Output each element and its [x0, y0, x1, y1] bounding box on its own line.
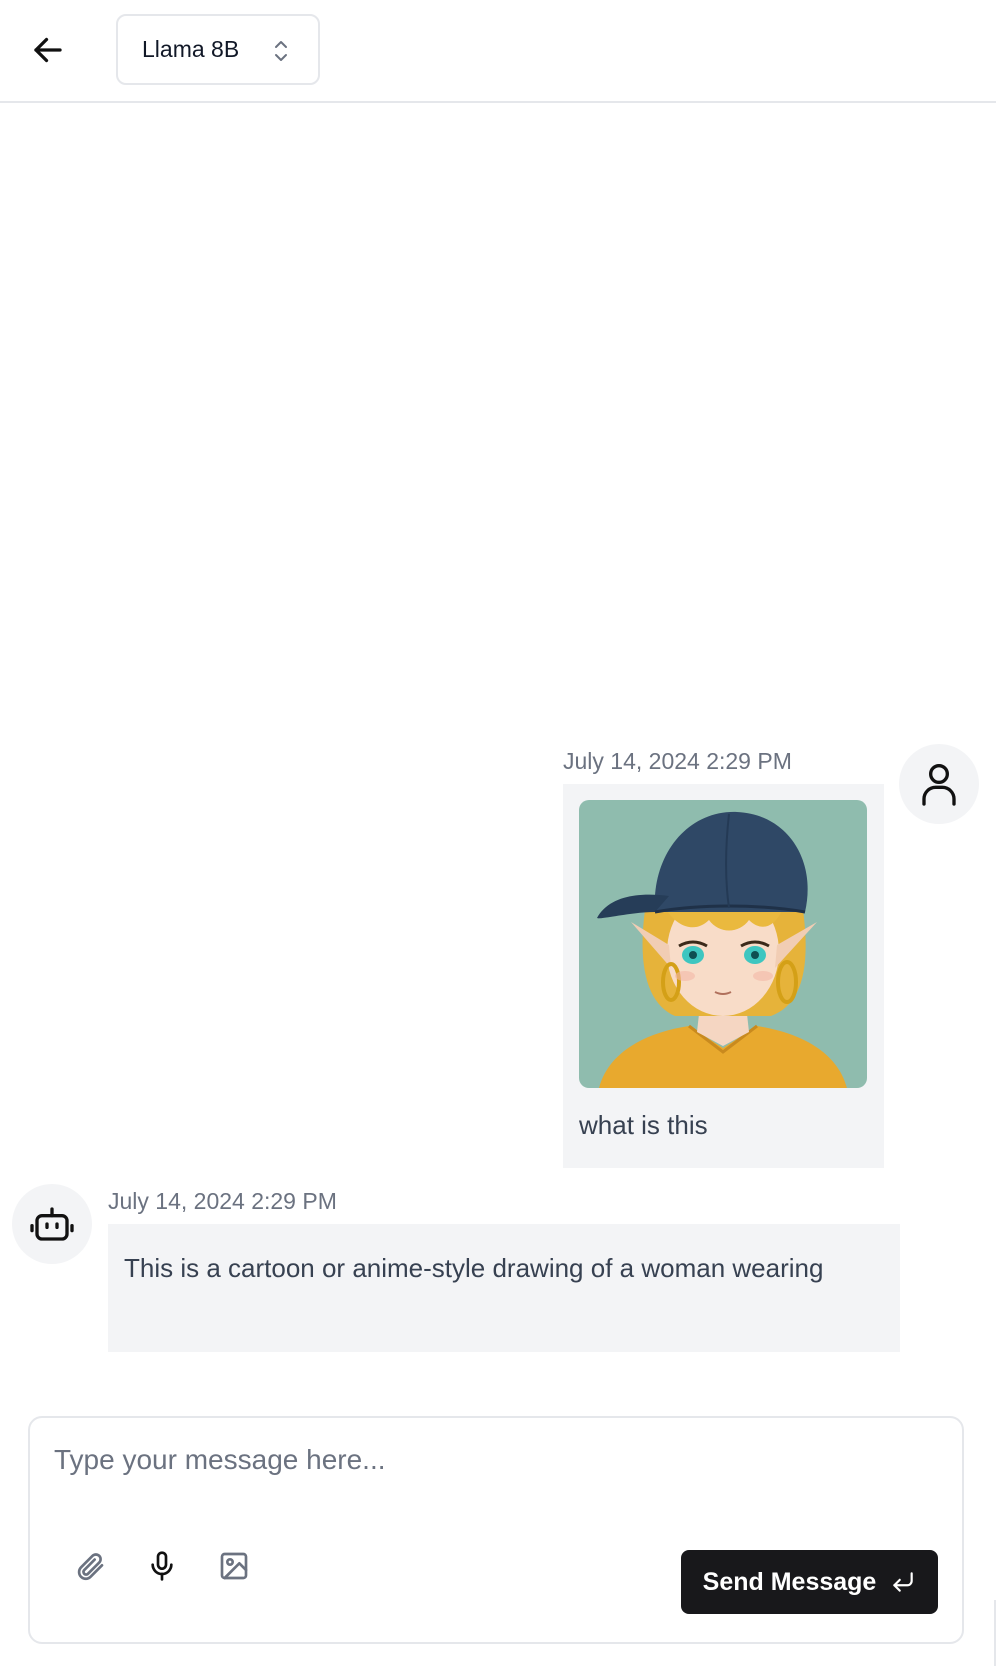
model-select-label: Llama 8B — [142, 36, 240, 62]
enter-return-icon — [893, 1572, 914, 1592]
user-icon — [922, 764, 956, 806]
bot-icon — [30, 1207, 74, 1241]
model-select[interactable]: Llama 8B — [116, 14, 320, 85]
message-timestamp: July 14, 2024 2:29 PM — [563, 748, 792, 774]
message-timestamp: July 14, 2024 2:29 PM — [108, 1188, 337, 1214]
paperclip-icon — [77, 1553, 104, 1581]
bot-avatar — [12, 1184, 92, 1264]
microphone-button[interactable] — [138, 1542, 186, 1590]
chat-page: Llama 8B July 14, 2024 2:29 PM what is t… — [0, 0, 996, 1666]
send-message-button[interactable]: Send Message — [681, 1550, 938, 1614]
back-button[interactable] — [20, 22, 76, 78]
image-upload-button[interactable] — [210, 1542, 258, 1590]
user-message-bubble: what is this — [563, 784, 884, 1168]
user-message-text: what is this — [579, 1110, 708, 1140]
send-button-label: Send Message — [702, 1567, 877, 1596]
message-input[interactable] — [54, 1444, 934, 1514]
image-icon — [220, 1552, 248, 1580]
arrow-left-icon — [34, 37, 62, 63]
assistant-message-bubble: This is a cartoon or anime-style drawing… — [108, 1224, 900, 1352]
microphone-icon — [151, 1551, 173, 1581]
user-avatar — [899, 744, 979, 824]
attached-image[interactable] — [579, 800, 867, 1088]
assistant-message-text: This is a cartoon or anime-style drawing… — [124, 1253, 824, 1283]
attach-button[interactable] — [66, 1542, 114, 1590]
chat-header: Llama 8B — [0, 0, 996, 103]
chevron-up-down-icon — [275, 41, 287, 61]
anime-girl-image — [579, 800, 867, 1088]
